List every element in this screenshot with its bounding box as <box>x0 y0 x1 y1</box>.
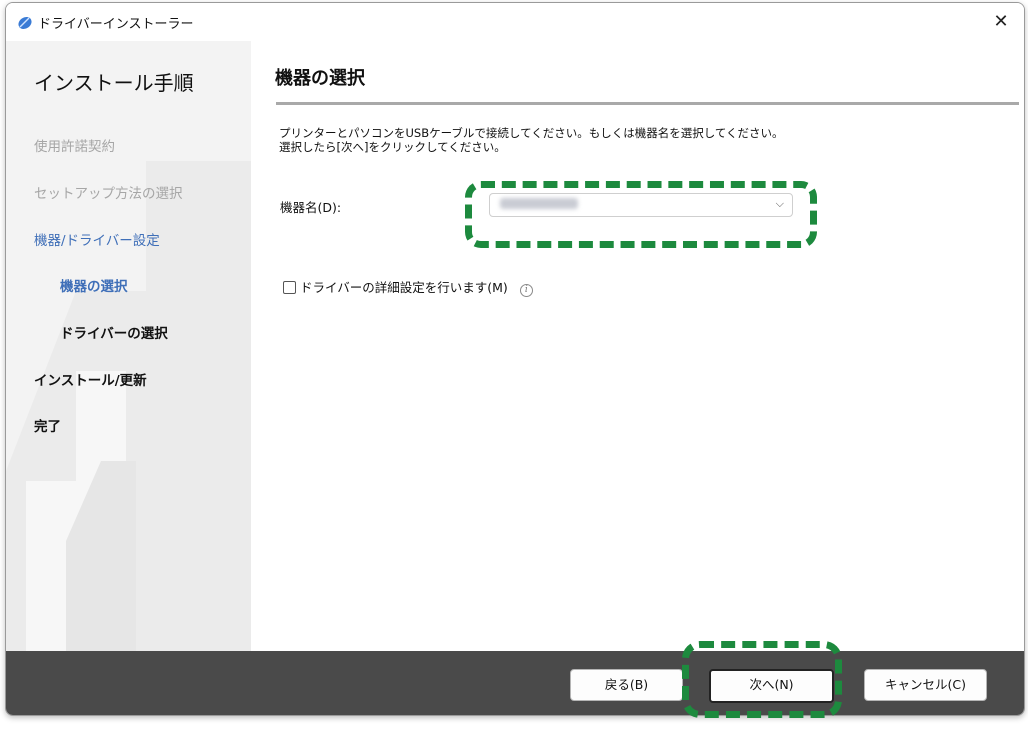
next-button[interactable]: 次へ(N) <box>709 669 834 703</box>
install-steps-sidebar: インストール手順 使用許諾契約 セットアップ方法の選択 機器/ドライバー設定 機… <box>6 41 251 651</box>
step-driver-selection: ドライバーの選択 <box>60 326 168 342</box>
device-name-select[interactable]: ⌵ <box>489 193 793 217</box>
pen-logo-icon <box>18 16 32 30</box>
button-bar: 戻る(B) 次へ(N) キャンセル(C) <box>6 651 1024 715</box>
info-icon[interactable]: i <box>519 284 533 297</box>
step-install-update: インストール/更新 <box>34 373 147 389</box>
close-icon[interactable]: ✕ <box>986 7 1016 37</box>
installer-window: ドライバーインストーラー ✕ インストール手順 使用許諾契約 セットアップ方法の… <box>5 2 1025 716</box>
title-bar: ドライバーインストーラー ✕ <box>6 3 1024 41</box>
instructions-line-2: 選択したら[次へ]をクリックしてください。 <box>279 140 506 154</box>
page-title: 機器の選択 <box>275 68 365 89</box>
title-divider <box>276 102 1019 105</box>
step-setup-method: セットアップ方法の選択 <box>34 186 183 202</box>
window-title: ドライバーインストーラー <box>38 17 194 32</box>
step-device-selection: 機器の選択 <box>60 279 128 295</box>
sidebar-arrow-decoration <box>6 161 251 651</box>
instructions-line-1: プリンターとパソコンをUSBケーブルで接続してください。もしくは機器名を選択して… <box>279 126 784 140</box>
sidebar-heading: インストール手順 <box>34 71 194 95</box>
step-device-driver-settings: 機器/ドライバー設定 <box>34 233 160 249</box>
advanced-settings-label[interactable]: ドライバーの詳細設定を行います(M) <box>300 280 508 295</box>
device-name-label: 機器名(D): <box>280 200 342 215</box>
chevron-down-icon: ⌵ <box>775 197 784 210</box>
advanced-settings-option[interactable]: ドライバーの詳細設定を行います(M) i <box>283 277 533 297</box>
cancel-button[interactable]: キャンセル(C) <box>864 669 987 701</box>
instructions: プリンターとパソコンをUSBケーブルで接続してください。もしくは機器名を選択して… <box>279 126 784 154</box>
step-license: 使用許諾契約 <box>34 139 115 155</box>
advanced-settings-checkbox[interactable] <box>283 281 296 294</box>
back-button[interactable]: 戻る(B) <box>570 669 683 701</box>
device-name-value-blurred <box>500 198 578 209</box>
step-complete: 完了 <box>34 419 61 435</box>
main-content: 機器の選択 プリンターとパソコンをUSBケーブルで接続してください。もしくは機器… <box>251 41 1024 651</box>
